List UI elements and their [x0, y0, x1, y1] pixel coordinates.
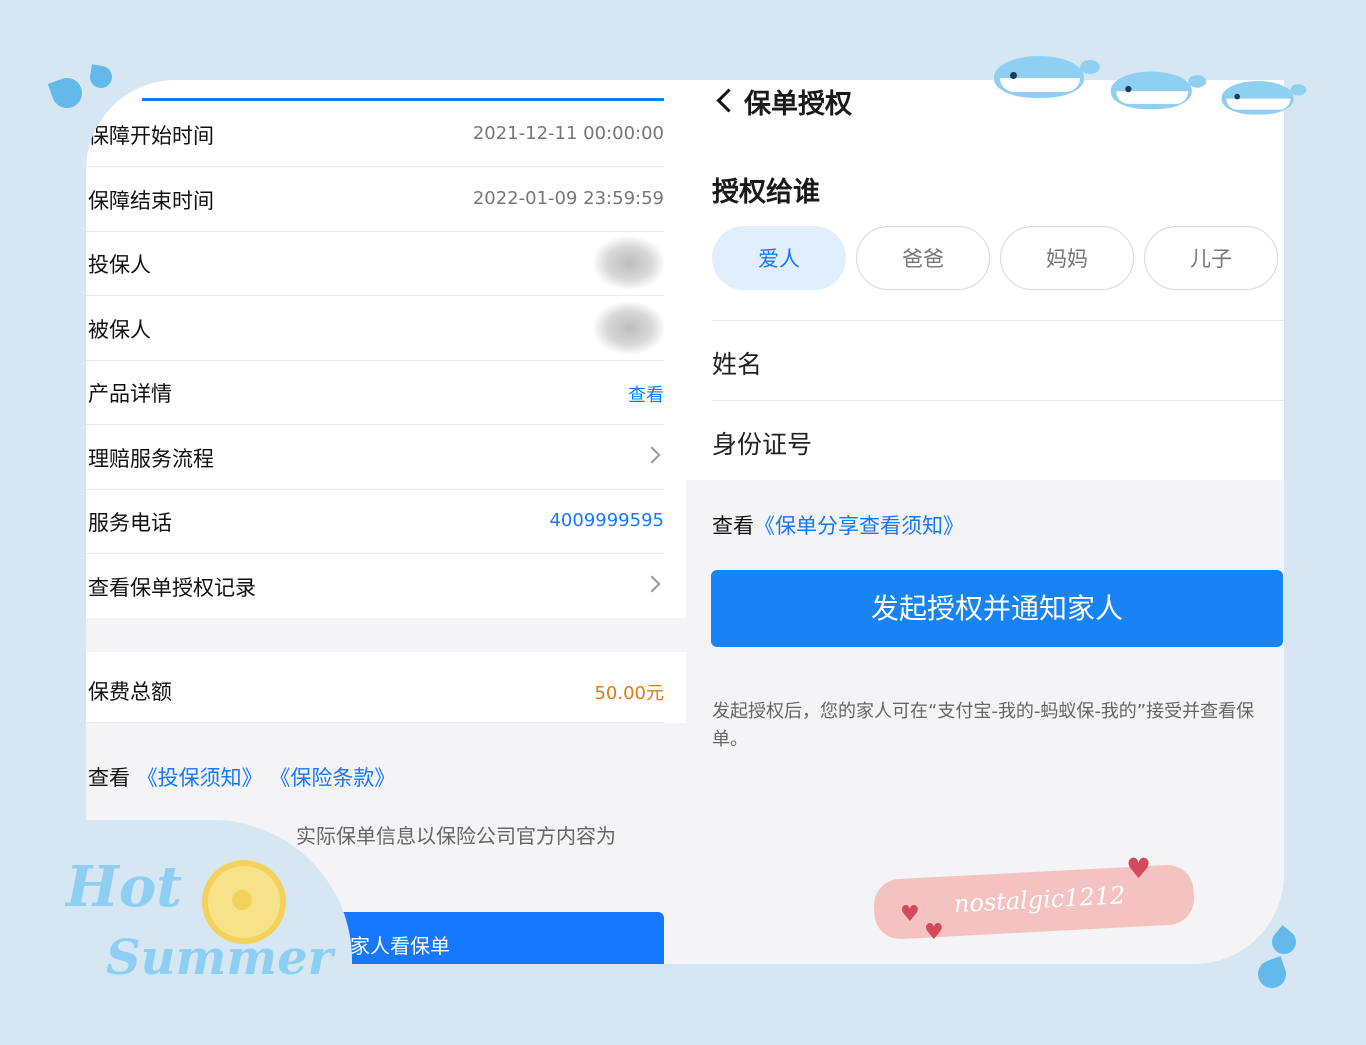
row-label: 产品详情 — [88, 382, 172, 406]
authorization-description: 发起授权后，您的家人可在“支付宝-我的-蚂蚁保-我的”接受并查看保单。 — [712, 701, 1255, 750]
share-notice: 查看《保单分享查看须知》 — [712, 510, 964, 540]
redacted-name — [594, 237, 664, 289]
row-label: 理赔服务流程 — [88, 447, 214, 471]
phone-link[interactable]: 4009999595 — [549, 510, 664, 531]
family-view-button[interactable]: 家人看保单 — [316, 912, 664, 964]
share-notice-link[interactable]: 《保单分享查看须知》 — [754, 514, 964, 538]
authorize-notify-button[interactable]: 发起授权并通知家人 — [711, 570, 1283, 647]
premium-value: 50.00元 — [594, 683, 664, 704]
row-premium-total: 保费总额 50.00元 — [86, 654, 664, 723]
authorization-panel: 保单授权 授权给谁 爱人 爸爸 妈妈 儿子 姓名 身份证号 查看《保单分享查看须… — [686, 80, 1284, 964]
row-label: 服务电话 — [88, 511, 172, 535]
terms-link[interactable]: 《保险条款》 — [269, 766, 395, 790]
water-drop-icon — [47, 73, 87, 113]
sticker-word-summer: Summer — [106, 930, 333, 986]
sticker-word-hot: Hot — [66, 854, 183, 920]
row-claim-process[interactable]: 理赔服务流程 — [86, 425, 664, 490]
row-product-detail[interactable]: 产品详情 查看 — [86, 360, 664, 425]
policy-notes: 查看 《投保须知》 《保险条款》 — [88, 762, 395, 792]
id-field-label: 身份证号 — [712, 430, 813, 459]
row-label: 查看保单授权记录 — [88, 576, 256, 600]
button-label: 家人看保单 — [350, 934, 450, 958]
back-arrow-icon[interactable] — [716, 88, 741, 113]
row-insured: 被保人 — [86, 296, 664, 361]
chip-mother[interactable]: 妈妈 — [1000, 226, 1134, 290]
notes-prefix: 查看 — [88, 766, 130, 790]
row-service-phone[interactable]: 服务电话 4009999595 — [86, 489, 664, 554]
hot-summer-sticker: Hot Summer — [52, 820, 352, 1025]
row-value: 2022-01-09 23:59:59 — [472, 188, 664, 209]
name-field-label: 姓名 — [712, 350, 763, 379]
heart-icon: ♥ — [924, 920, 944, 945]
button-label: 发起授权并通知家人 — [870, 592, 1123, 625]
name-field[interactable]: 姓名 — [712, 320, 1284, 400]
premium-label: 保费总额 — [88, 680, 172, 704]
signature-text: nostalgic1212 — [953, 881, 1126, 919]
chip-father[interactable]: 爸爸 — [856, 226, 990, 290]
heart-icon: ♥ — [900, 902, 920, 927]
whale-sticker-icon — [994, 48, 1100, 98]
row-label: 投保人 — [88, 253, 151, 277]
row-end-time: 保障结束时间 2022-01-09 23:59:59 — [86, 167, 664, 232]
section-divider — [86, 618, 686, 652]
chip-son[interactable]: 儿子 — [1144, 226, 1278, 290]
note-prefix: 查看 — [712, 514, 754, 538]
whale-sticker-icon — [1110, 64, 1207, 110]
heart-icon: ♥ — [1126, 852, 1152, 885]
authorization-form: 保单授权 授权给谁 爱人 爸爸 妈妈 儿子 姓名 身份证号 — [686, 80, 1284, 480]
page-title: 保单授权 — [744, 89, 852, 120]
row-policyholder: 投保人 — [86, 231, 664, 296]
whale-sticker-icon — [1221, 75, 1307, 115]
row-label: 保障结束时间 — [88, 189, 214, 213]
row-start-time: 保障开始时间 2021-12-11 00:00:00 — [86, 102, 664, 167]
notice-link[interactable]: 《投保须知》 — [137, 766, 263, 790]
section-title: 授权给谁 — [712, 177, 820, 208]
row-auth-records[interactable]: 查看保单授权记录 — [86, 554, 664, 619]
chevron-right-icon — [643, 446, 661, 464]
chevron-right-icon — [643, 575, 661, 593]
tab-underline — [142, 98, 664, 101]
row-label: 被保人 — [88, 318, 151, 342]
id-number-field[interactable]: 身份证号 — [712, 400, 1284, 480]
row-label: 保障开始时间 — [88, 124, 214, 148]
redacted-name — [594, 302, 664, 354]
chip-spouse[interactable]: 爱人 — [712, 226, 846, 290]
row-value: 2021-12-11 00:00:00 — [472, 123, 664, 144]
view-link[interactable]: 查看 — [628, 381, 664, 407]
